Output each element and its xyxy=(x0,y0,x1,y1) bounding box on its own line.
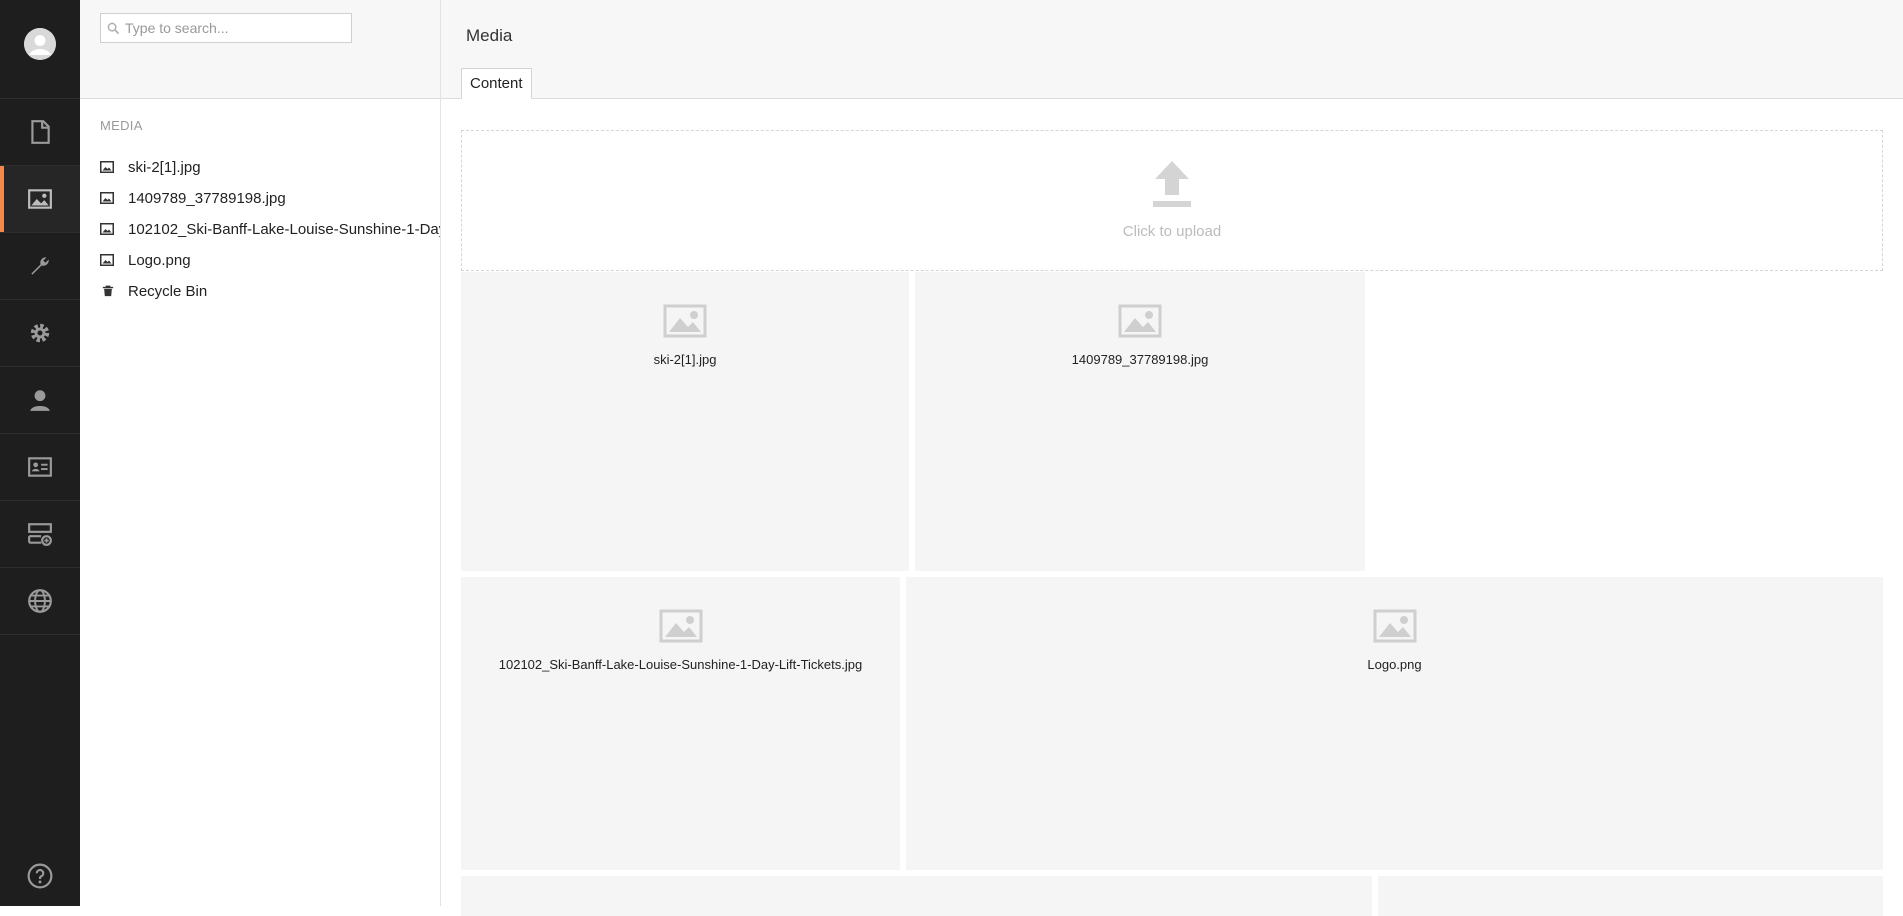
tree-item-recycle-bin[interactable]: Recycle Bin xyxy=(100,280,207,302)
wrench-icon xyxy=(31,257,49,275)
tree-section-label: MEDIA xyxy=(100,118,143,133)
tree-item-label: Logo.png xyxy=(128,251,191,269)
media-tile-partial[interactable] xyxy=(461,876,1372,916)
section-media-button[interactable] xyxy=(0,165,80,232)
member-card-icon xyxy=(28,457,52,477)
trash-icon xyxy=(102,285,114,297)
image-file-icon xyxy=(100,161,114,173)
image-file-icon xyxy=(100,254,114,266)
section-rail xyxy=(0,0,80,906)
section-settings-button[interactable] xyxy=(0,232,80,299)
upload-icon xyxy=(1153,161,1191,207)
image-placeholder-icon xyxy=(1118,304,1162,338)
media-tile-logo[interactable]: Logo.png xyxy=(906,577,1883,870)
help-icon[interactable] xyxy=(27,863,53,889)
media-tile-name: 102102_Ski-Banff-Lake-Louise-Sunshine-1-… xyxy=(498,657,863,672)
tree-item-1409789[interactable]: 1409789_37789198.jpg xyxy=(100,187,286,209)
media-tile-102102-ski-banff[interactable]: 102102_Ski-Banff-Lake-Louise-Sunshine-1-… xyxy=(461,577,900,870)
media-tile-name: Logo.png xyxy=(1367,657,1422,672)
tree-item-label: Recycle Bin xyxy=(128,282,208,300)
section-developer-button[interactable] xyxy=(0,299,80,366)
main-panel: Media Content Click to upload ski-2[1].j… xyxy=(441,0,1903,916)
media-tile-partial[interactable] xyxy=(1378,876,1883,916)
section-members-button[interactable] xyxy=(0,433,80,500)
tree-item-label: 1409789_37789198.jpg xyxy=(128,189,286,207)
tree-item-ski-2[interactable]: ski-2[1].jpg xyxy=(100,156,201,178)
image-file-icon xyxy=(100,223,114,235)
section-users-button[interactable] xyxy=(0,366,80,433)
content-icon xyxy=(31,120,50,144)
tab-content[interactable]: Content xyxy=(461,68,532,99)
search-placeholder: Type to search... xyxy=(125,20,229,36)
media-tile-ski-2[interactable]: ski-2[1].jpg xyxy=(461,272,909,571)
user-icon xyxy=(30,390,50,411)
tree-item-label: 102102_Ski-Banff-Lake-Louise-Sunshine-1-… xyxy=(128,220,441,238)
user-avatar[interactable] xyxy=(24,28,56,60)
gear-icon xyxy=(30,323,50,343)
media-tile-name: 1409789_37789198.jpg xyxy=(1071,352,1209,367)
tree-item-102102-ski-banff[interactable]: 102102_Ski-Banff-Lake-Louise-Sunshine-1-… xyxy=(100,218,441,240)
image-placeholder-icon xyxy=(663,304,707,338)
forms-icon xyxy=(28,523,52,546)
search-input[interactable]: Type to search... xyxy=(100,13,352,43)
tree-item-logo[interactable]: Logo.png xyxy=(100,249,191,271)
globe-icon xyxy=(28,589,52,613)
image-placeholder-icon xyxy=(1373,609,1416,643)
main-header: Media Content xyxy=(441,0,1903,99)
media-icon xyxy=(28,189,52,209)
search-icon xyxy=(107,22,120,35)
image-placeholder-icon xyxy=(659,609,702,643)
upload-label: Click to upload xyxy=(1122,223,1222,240)
tree-header: Type to search... xyxy=(80,0,440,99)
image-file-icon xyxy=(100,192,114,204)
tree-item-label: ski-2[1].jpg xyxy=(128,158,201,176)
section-forms-button[interactable] xyxy=(0,500,80,567)
media-tree-panel: Type to search... MEDIA ski-2[1].jpg 140… xyxy=(80,0,441,906)
section-translation-button[interactable] xyxy=(0,567,80,634)
page-title: Media xyxy=(466,26,513,45)
media-tile-name: ski-2[1].jpg xyxy=(653,352,717,367)
upload-dropzone[interactable]: Click to upload xyxy=(461,130,1883,271)
media-tile-1409789[interactable]: 1409789_37789198.jpg xyxy=(915,272,1365,571)
section-content-button[interactable] xyxy=(0,98,80,165)
